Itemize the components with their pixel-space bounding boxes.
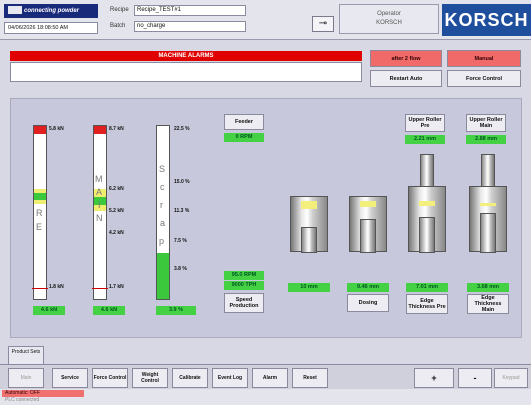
dosing-lower-punch bbox=[360, 219, 376, 253]
connecting-powder-logo: connecting powder bbox=[4, 4, 98, 18]
weight-control-button[interactable]: Weight Control bbox=[132, 368, 168, 388]
pre-compression-die-graphic bbox=[408, 186, 446, 253]
main-force-letter-n: N bbox=[96, 213, 103, 223]
upper-roller-pre-value: 2.21 mm bbox=[405, 135, 445, 144]
plus-button[interactable]: + bbox=[414, 368, 454, 388]
event-log-button[interactable]: Event Log bbox=[212, 368, 248, 388]
recipe-label: Recipe bbox=[110, 7, 129, 13]
calibrate-button[interactable]: Calibrate bbox=[172, 368, 208, 388]
main-lower-punch bbox=[480, 213, 496, 253]
upper-roller-main-button[interactable]: Upper Roller Main bbox=[466, 114, 506, 132]
dosing-die-graphic bbox=[349, 196, 387, 253]
force-control-button[interactable]: Force Control bbox=[447, 70, 521, 87]
speed-rpm-value: 95.0 RPM bbox=[224, 271, 264, 280]
force-control-tab-button[interactable]: Force Control bbox=[92, 368, 128, 388]
scrap-letter-p: p bbox=[159, 236, 165, 246]
scrap-tick-3: 11.3 % bbox=[174, 208, 190, 214]
edge-thickness-main-button[interactable]: Edge Thickness Main bbox=[467, 294, 509, 314]
scrap-tick-5: 3.8 % bbox=[174, 266, 187, 272]
dosing-value: 9.46 mm bbox=[347, 283, 389, 292]
operator-value: KORSCH bbox=[376, 20, 402, 26]
pre-tablet bbox=[419, 201, 435, 206]
main-force-top-label: 8.7 kN bbox=[109, 126, 124, 132]
operator-label: Operator bbox=[377, 11, 401, 17]
header-bar: connecting powder 04/06/2026 18:08:50 AM… bbox=[0, 0, 531, 40]
pre-force-actual-band bbox=[34, 193, 46, 200]
batch-label: Batch bbox=[110, 23, 126, 29]
main-compression-die-graphic bbox=[469, 186, 507, 253]
pre-force-gauge: R E bbox=[32, 125, 48, 300]
operator-box[interactable]: Operator KORSCH bbox=[339, 4, 439, 34]
pre-force-min-line bbox=[32, 288, 48, 289]
pre-force-letter-r: R bbox=[36, 208, 43, 218]
tab-product-sets[interactable]: Product Sets bbox=[8, 346, 44, 364]
main-force-letter-m: M bbox=[95, 174, 103, 184]
fill-tablet bbox=[301, 201, 317, 209]
scrap-letter-c: c bbox=[160, 182, 165, 192]
pre-force-letter-e: E bbox=[36, 222, 43, 232]
feeder-button[interactable]: Feeder bbox=[224, 114, 264, 130]
pre-force-bottom-label: 1.8 kN bbox=[49, 284, 64, 290]
logo-icon bbox=[8, 6, 22, 15]
main-force-letter-a: A bbox=[96, 187, 103, 197]
scrap-letter-s: S bbox=[159, 164, 166, 174]
reset-button[interactable]: Reset bbox=[292, 368, 328, 388]
fill-die-graphic bbox=[290, 196, 328, 253]
alarm-message-field bbox=[10, 62, 362, 82]
scrap-value: 3.9 % bbox=[156, 306, 196, 315]
after-flow-button[interactable]: after 2 flow bbox=[370, 50, 442, 67]
scrap-tick-1: 22.5 % bbox=[174, 126, 190, 132]
fill-depth-value: 10 mm bbox=[288, 283, 330, 292]
upper-roller-main-value: 2.88 mm bbox=[466, 135, 506, 144]
pre-lower-punch bbox=[419, 217, 435, 253]
batch-field[interactable]: no_charge bbox=[134, 21, 246, 32]
dosing-button[interactable]: Dosing bbox=[347, 294, 389, 312]
main-force-max-marker bbox=[94, 126, 106, 134]
scrap-fill-bar bbox=[157, 253, 169, 299]
main-force-min-line bbox=[92, 288, 108, 289]
pre-force-value: 4.6 kN bbox=[33, 306, 65, 315]
dosing-tablet bbox=[360, 201, 376, 207]
korsch-brand-logo: KORSCH bbox=[442, 4, 531, 36]
function-key-bar: Main Service Force Control Weight Contro… bbox=[0, 364, 531, 389]
main-button[interactable]: Main bbox=[8, 368, 44, 388]
status-plc: PLC connected bbox=[5, 397, 40, 403]
pre-upper-punch bbox=[420, 154, 434, 190]
main-force-gauge: M A I N bbox=[92, 125, 108, 300]
pre-force-top-label: 5.8 kN bbox=[49, 126, 64, 132]
speed-tph-value: 9000 TPH bbox=[224, 281, 264, 290]
scrap-tick-4: 7.5 % bbox=[174, 238, 187, 244]
minus-button[interactable]: - bbox=[458, 368, 492, 388]
recipe-field[interactable]: Recipe_TEST#1 bbox=[134, 5, 246, 16]
edge-thickness-pre-button[interactable]: Edge Thickness Pre bbox=[406, 294, 448, 314]
main-force-upper-label: 6.2 kN bbox=[109, 186, 124, 192]
status-automatic: Automatic: OFF bbox=[2, 390, 84, 397]
main-force-lower-label: 4.2 kN bbox=[109, 230, 124, 236]
datetime-display: 04/06/2026 18:08:50 AM bbox=[4, 22, 98, 34]
alarm-button[interactable]: Alarm bbox=[252, 368, 288, 388]
upper-roller-pre-button[interactable]: Upper Roller Pre bbox=[405, 114, 445, 132]
edge-thickness-pre-value: 7.01 mm bbox=[406, 283, 448, 292]
restart-auto-button[interactable]: Restart Auto bbox=[370, 70, 442, 87]
scrap-tick-2: 15.0 % bbox=[174, 179, 190, 185]
key-icon[interactable]: ⊸ bbox=[312, 16, 334, 32]
speed-production-button[interactable]: Speed Production bbox=[224, 293, 264, 313]
main-force-value: 4.6 kN bbox=[93, 306, 125, 315]
scrap-letter-r: r bbox=[160, 200, 163, 210]
main-force-mid-label: 5.2 kN bbox=[109, 208, 124, 214]
main-tablet bbox=[480, 203, 496, 206]
feeder-value: 0 RPM bbox=[224, 133, 264, 142]
main-upper-punch bbox=[481, 154, 495, 190]
keypad-button[interactable]: Keypad bbox=[494, 368, 528, 388]
main-force-letter-i: I bbox=[98, 200, 101, 210]
machine-alarms-title: MACHINE ALARMS bbox=[10, 51, 362, 61]
manual-button[interactable]: Manual bbox=[447, 50, 521, 67]
scrap-letter-a: a bbox=[160, 218, 166, 228]
fill-lower-punch bbox=[301, 227, 317, 253]
service-button[interactable]: Service bbox=[52, 368, 88, 388]
pre-force-max-marker bbox=[34, 126, 46, 134]
scrap-gauge: S c r a p bbox=[156, 125, 170, 300]
main-force-bottom-label: 1.7 kN bbox=[109, 284, 124, 290]
edge-thickness-main-value: 3.68 mm bbox=[467, 283, 509, 292]
